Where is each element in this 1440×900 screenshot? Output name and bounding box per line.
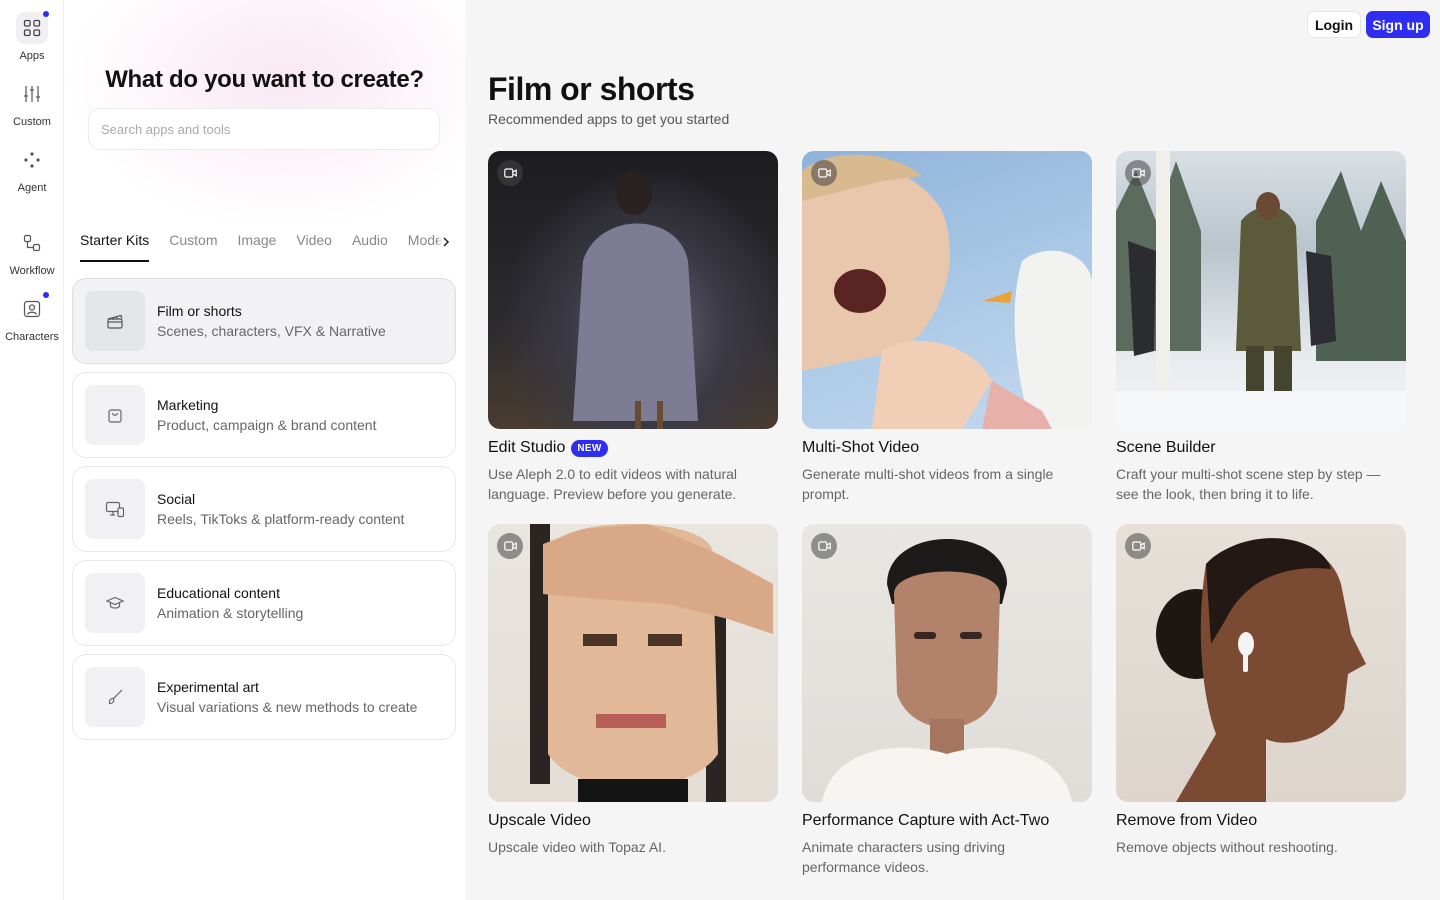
kit-educational-content[interactable]: Educational content Animation & storytel… — [72, 560, 456, 646]
woman-profile-illustration — [1156, 538, 1366, 802]
app-card-multi-shot-video[interactable]: Multi-Shot Video Generate multi-shot vid… — [802, 151, 1092, 504]
video-camera-icon — [497, 533, 523, 559]
category-tabs: Starter Kits Custom Image Video Audio Mo… — [80, 232, 452, 262]
panel-title: What do you want to create? — [105, 66, 424, 93]
app-card-edit-studio[interactable]: Edit Studio NEW Use Aleph 2.0 to edit vi… — [488, 151, 778, 504]
card-thumbnail — [1116, 151, 1406, 429]
pixelated-face-illustration — [530, 524, 773, 802]
video-camera-icon — [497, 160, 523, 186]
card-thumbnail — [802, 151, 1092, 429]
tab-starter-kits[interactable]: Starter Kits — [80, 232, 150, 262]
signup-button[interactable]: Sign up — [1366, 11, 1430, 38]
notification-dot — [43, 11, 49, 17]
left-rail: Apps Custom Agent Workflow Characters — [0, 0, 64, 900]
card-title: Edit Studio — [488, 439, 566, 456]
video-camera-icon — [811, 160, 837, 186]
tab-custom[interactable]: Custom — [169, 232, 217, 262]
card-title: Scene Builder — [1116, 439, 1216, 456]
search-input[interactable] — [88, 108, 440, 150]
video-camera-icon — [1125, 160, 1151, 186]
app-card-remove-from-video[interactable]: Remove from Video Remove objects without… — [1116, 524, 1406, 857]
brush-icon — [85, 667, 145, 727]
rail-item-workflow[interactable]: Workflow — [0, 227, 64, 277]
shopping-bag-icon — [85, 385, 145, 445]
card-description: Use Aleph 2.0 to edit videos with natura… — [488, 466, 738, 502]
rail-label: Characters — [5, 331, 59, 343]
kit-title: Marketing — [157, 397, 219, 413]
sliders-icon — [16, 78, 48, 110]
kit-social[interactable]: Social Reels, TikToks & platform-ready c… — [72, 466, 456, 552]
kit-subtitle: Animation & storytelling — [157, 605, 304, 621]
rail-label: Custom — [13, 116, 51, 128]
devices-icon — [85, 479, 145, 539]
rail-item-agent[interactable]: Agent — [0, 144, 64, 194]
video-camera-icon — [811, 533, 837, 559]
snow-scene-illustration — [1116, 151, 1406, 429]
card-description: Remove objects without reshooting. — [1116, 839, 1338, 855]
main-content: Login Sign up Film or shorts Recommended… — [465, 0, 1440, 900]
card-description: Upscale video with Topaz AI. — [488, 839, 666, 855]
card-title: Remove from Video — [1116, 812, 1258, 829]
rail-label: Agent — [17, 182, 47, 194]
tab-image[interactable]: Image — [237, 232, 276, 262]
chevron-right-icon[interactable] — [438, 234, 454, 250]
card-thumbnail — [488, 151, 778, 429]
app-card-scene-builder[interactable]: Scene Builder Craft your multi-shot scen… — [1116, 151, 1406, 504]
kit-title: Social — [157, 491, 196, 507]
character-icon — [16, 292, 49, 325]
card-title: Upscale Video — [488, 812, 591, 829]
page-subtitle: Recommended apps to get you started — [488, 111, 730, 127]
card-description: Generate multi-shot videos from a single… — [802, 466, 1054, 502]
person-illustration — [573, 171, 698, 429]
card-description: Craft your multi-shot scene step by step… — [1116, 466, 1381, 502]
tab-audio[interactable]: Audio — [352, 232, 388, 262]
grid-icon — [16, 11, 49, 44]
kit-experimental-art[interactable]: Experimental art Visual variations & new… — [72, 654, 456, 740]
rail-item-characters[interactable]: Characters — [0, 292, 64, 343]
kit-subtitle: Visual variations & new methods to creat… — [157, 699, 418, 715]
login-button[interactable]: Login — [1307, 11, 1361, 38]
rail-item-apps[interactable]: Apps — [0, 11, 64, 62]
kit-subtitle: Product, campaign & brand content — [157, 417, 377, 433]
card-thumbnail — [488, 524, 778, 802]
card-thumbnail — [1116, 524, 1406, 802]
new-badge: NEW — [571, 439, 608, 457]
card-description: Animate characters using driving perform… — [802, 839, 1006, 875]
kit-title: Film or shorts — [157, 303, 242, 319]
kit-subtitle: Scenes, characters, VFX & Narrative — [157, 323, 386, 339]
card-title: Multi-Shot Video — [802, 439, 920, 456]
man-portrait-illustration — [822, 539, 1072, 802]
rail-label: Apps — [19, 50, 45, 62]
agent-dots-icon — [16, 144, 48, 176]
kit-title: Educational content — [157, 585, 280, 601]
kit-subtitle: Reels, TikToks & platform-ready content — [157, 511, 405, 527]
graduation-cap-icon — [85, 573, 145, 633]
kit-marketing[interactable]: Marketing Product, campaign & brand cont… — [72, 372, 456, 458]
app-card-performance-capture[interactable]: Performance Capture with Act-Two Animate… — [802, 524, 1092, 877]
workflow-icon — [16, 227, 48, 259]
card-title: Performance Capture with Act-Two — [802, 812, 1050, 829]
starter-panel: What do you want to create? Starter Kits… — [64, 0, 465, 900]
rail-item-custom[interactable]: Custom — [0, 78, 64, 128]
clapperboard-icon — [85, 291, 145, 351]
card-thumbnail — [802, 524, 1092, 802]
tab-video[interactable]: Video — [296, 232, 332, 262]
video-camera-icon — [1125, 533, 1151, 559]
kit-film-or-shorts[interactable]: Film or shorts Scenes, characters, VFX &… — [72, 278, 456, 364]
page-title: Film or shorts — [488, 71, 695, 107]
app-card-upscale-video[interactable]: Upscale Video Upscale video with Topaz A… — [488, 524, 778, 857]
notification-dot — [43, 292, 49, 298]
kit-title: Experimental art — [157, 679, 259, 695]
rail-label: Workflow — [9, 265, 55, 277]
person-seagull-illustration — [802, 154, 1092, 429]
